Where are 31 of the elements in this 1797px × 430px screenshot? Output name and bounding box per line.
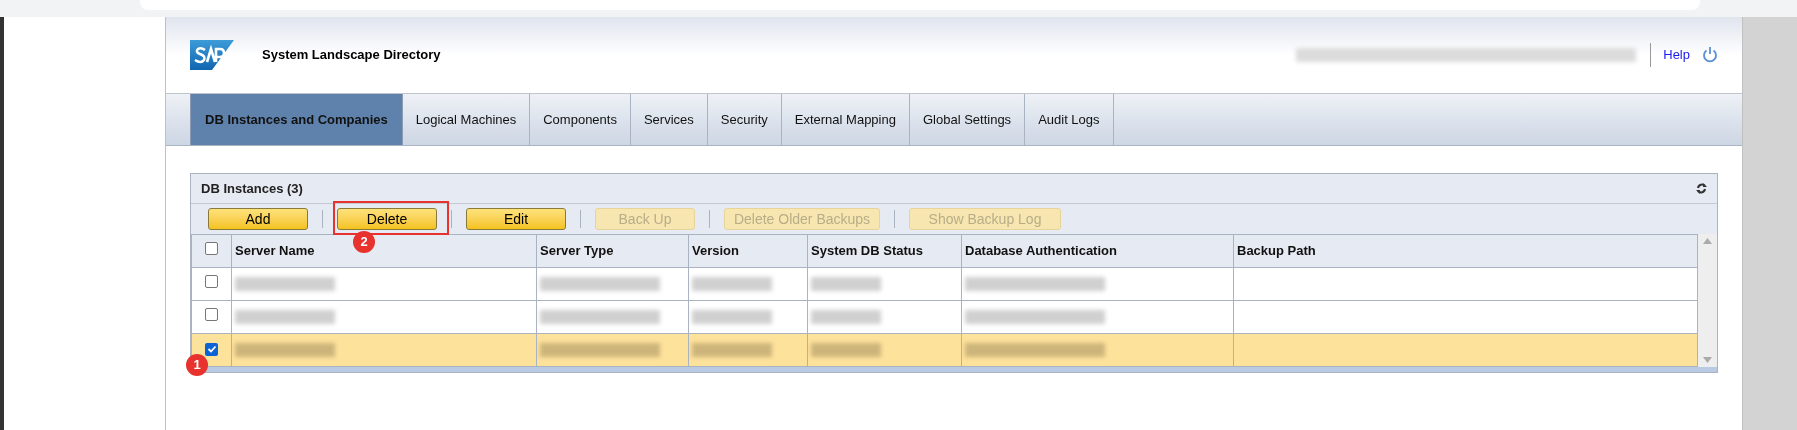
tab[interactable]: Services	[630, 94, 708, 145]
blurred-text	[811, 277, 881, 291]
tab[interactable]: Global Settings	[909, 94, 1026, 145]
blurred-text	[811, 343, 881, 357]
checkbox[interactable]	[205, 242, 218, 256]
logo-icon	[190, 40, 234, 70]
checkbox[interactable]	[205, 308, 218, 322]
panel-title: DB Instances (3)	[201, 179, 303, 198]
column-header: Backup Path	[1233, 234, 1698, 268]
tab[interactable]: Audit Logs	[1025, 94, 1114, 145]
column-header: Server Type	[536, 234, 689, 268]
toolbar-button[interactable]: Add	[208, 208, 308, 230]
column-header: System DB Status	[807, 234, 962, 268]
step-number-badge: 2	[353, 231, 375, 253]
tab[interactable]: Security	[707, 94, 782, 145]
tab[interactable]: Components	[530, 94, 631, 145]
tab[interactable]: Logical Machines	[402, 94, 531, 145]
tab[interactable]: External Mapping	[781, 94, 910, 145]
checkbox[interactable]	[205, 275, 218, 289]
blurred-text	[811, 310, 881, 324]
toolbar-button[interactable]: Edit	[466, 208, 566, 230]
power-icon[interactable]	[1702, 46, 1718, 64]
step-number-badge: 1	[186, 354, 208, 376]
column-header: Database Authentication	[961, 234, 1234, 268]
tab[interactable]: DB Instances and Companies	[190, 94, 403, 145]
app-title: System Landscape Directory	[262, 46, 441, 65]
refresh-icon[interactable]	[1696, 182, 1707, 195]
checkbox[interactable]	[205, 342, 218, 356]
toolbar-button[interactable]: Delete	[337, 208, 437, 230]
column-header: Version	[688, 234, 808, 268]
help-link[interactable]: Help	[1663, 45, 1690, 65]
